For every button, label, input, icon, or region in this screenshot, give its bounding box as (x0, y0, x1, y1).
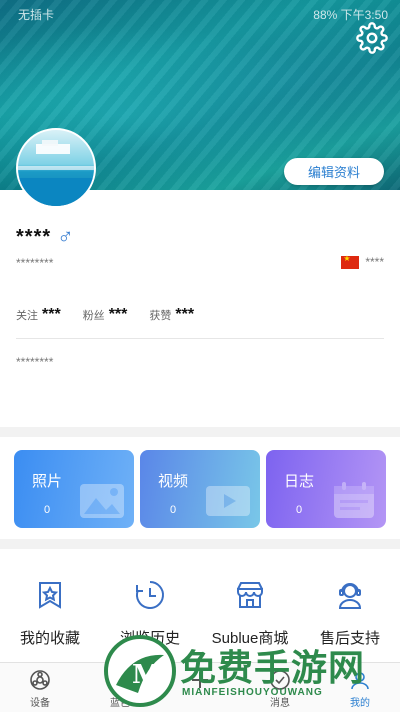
name-row: **** ♂ (16, 224, 74, 250)
video-icon (206, 486, 250, 516)
stat-value: *** (175, 306, 195, 323)
shortcut-store[interactable]: Sublue商城 (200, 579, 300, 648)
favorite-star-icon (39, 582, 61, 609)
stat-likes[interactable]: 获赞 *** (149, 306, 194, 324)
nav-devices[interactable]: 设备 (0, 669, 80, 709)
profile-card: **** ♂ ******** **** 关注 *** 粉丝 *** 获赞 **… (0, 190, 400, 427)
tile-label: 日志 (284, 473, 315, 490)
signature: ******** (16, 355, 54, 369)
tile-count: 0 (296, 504, 303, 516)
message-icon (270, 670, 290, 690)
tile-journal[interactable]: 日志 0 (266, 450, 386, 528)
bottom-nav: 设备 蓝色 消息 我的 (0, 662, 400, 712)
device-icon (30, 670, 50, 690)
shortcut-history[interactable]: 浏览历史 (100, 579, 200, 648)
region: **** (341, 254, 384, 269)
edit-profile-button[interactable]: 编辑资料 (284, 158, 384, 185)
tile-count: 0 (170, 504, 177, 516)
avatar[interactable] (16, 128, 96, 208)
shortcut-label: 售后支持 (319, 630, 380, 647)
nav-add[interactable] (160, 669, 240, 694)
shortcut-label: 浏览历史 (119, 630, 180, 647)
carrier-text: 无插卡 (18, 8, 55, 22)
nav-profile[interactable]: 我的 (320, 669, 400, 709)
gear-icon[interactable] (356, 22, 388, 54)
tile-label: 照片 (32, 473, 63, 490)
profile-icon (351, 672, 369, 690)
media-tiles: 照片 0 视频 0 日志 0 (0, 437, 400, 539)
stat-label: 关注 (16, 310, 38, 322)
shortcut-label: 我的收藏 (19, 630, 80, 647)
status-bar: 无插卡 88% 下午3:50 (0, 6, 400, 22)
nav-label: 蓝色 (110, 698, 130, 709)
stat-label: 粉丝 (82, 310, 105, 322)
nav-discover[interactable]: 蓝色 (80, 669, 160, 709)
add-icon (192, 672, 208, 688)
china-flag-icon (341, 254, 360, 269)
stats-row: 关注 *** 粉丝 *** 获赞 *** (16, 306, 194, 324)
history-clock-icon (136, 581, 164, 609)
stat-value: *** (42, 306, 61, 323)
shortcut-support[interactable]: 售后支持 (300, 579, 400, 648)
male-gender-icon: ♂ (57, 224, 74, 249)
divider (16, 338, 384, 339)
region-text: **** (365, 255, 384, 269)
nickname: **** (16, 225, 52, 248)
shortcut-label: Sublue商城 (211, 630, 289, 647)
discover-icon (110, 670, 130, 690)
stat-value: *** (108, 306, 128, 323)
stat-following[interactable]: 关注 *** (16, 306, 61, 324)
tile-photos[interactable]: 照片 0 (14, 450, 134, 528)
avatar-pool-image (18, 140, 94, 206)
nav-label: 我的 (350, 698, 370, 709)
user-id: ******** (16, 256, 54, 270)
nav-label: 消息 (270, 698, 290, 709)
stat-label: 获赞 (149, 310, 172, 322)
shortcut-row: 我的收藏 浏览历史 Sublue商城 售后支持 (0, 549, 400, 662)
status-right-text: 88% 下午3:50 (313, 8, 388, 22)
nav-label: 设备 (30, 698, 50, 709)
tile-videos[interactable]: 视频 0 (140, 450, 260, 528)
tile-label: 视频 (158, 473, 189, 490)
shortcut-favorites[interactable]: 我的收藏 (0, 579, 100, 648)
nav-messages[interactable]: 消息 (240, 669, 320, 709)
support-headset-icon (338, 583, 362, 609)
calendar-icon (334, 482, 374, 518)
store-icon (237, 582, 263, 608)
tile-count: 0 (44, 504, 51, 516)
stat-followers[interactable]: 粉丝 *** (83, 306, 128, 324)
photo-icon (80, 484, 124, 518)
